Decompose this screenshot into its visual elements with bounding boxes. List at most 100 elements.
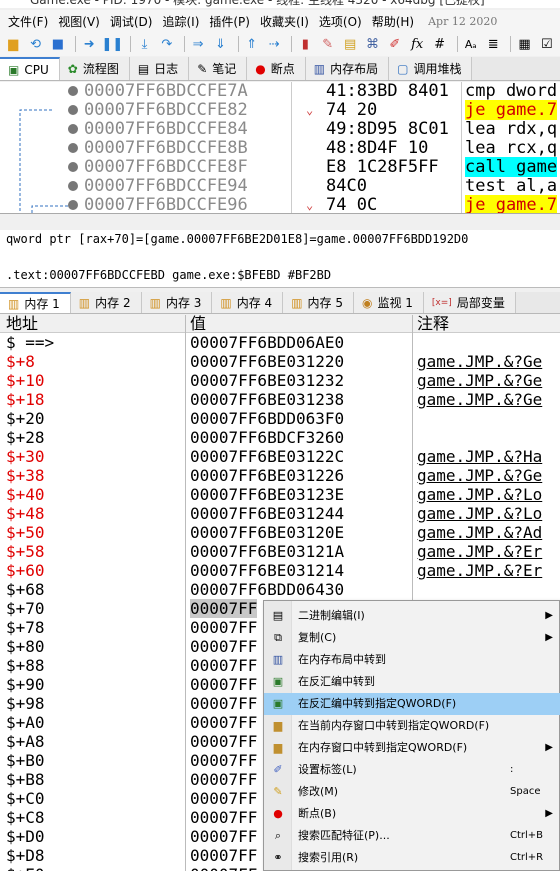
dump-row[interactable]: $+58 00007FF6BE03121A game.JMP.&?Er (0, 542, 560, 561)
context-menu-item[interactable]: ▤ 二进制编辑(I) ▶ (264, 605, 560, 627)
execute-till-return-icon[interactable]: ⇑ (243, 34, 261, 54)
disasm-instruction[interactable]: je game.7 (462, 100, 560, 120)
context-menu-item[interactable]: ⚭ 搜索引用(R) Ctrl+R (264, 847, 560, 869)
restart-icon[interactable]: ⟲ (26, 34, 44, 54)
dump-value: 00007FF (190, 808, 258, 827)
disasm-address[interactable]: 00007FF6BDCCFE84 (80, 120, 291, 139)
dump-row[interactable]: $+38 00007FF6BE031226 game.JMP.&?Ge (0, 466, 560, 485)
disasm-instruction[interactable]: lea rcx,q (462, 139, 560, 158)
context-menu-item[interactable]: ▥ 在内存布局中转到 (264, 649, 560, 671)
tab-log[interactable]: ▤ 日志 (129, 57, 190, 80)
header-address[interactable]: 地址 (6, 315, 38, 333)
dump-row[interactable]: $+30 00007FF6BE03122C game.JMP.&?Ha (0, 447, 560, 466)
disasm-instruction[interactable]: cmp dword (462, 82, 560, 101)
dump-row[interactable]: $+48 00007FF6BE031244 game.JMP.&?Lo (0, 504, 560, 523)
disasm-address[interactable]: 00007FF6BDCCFE96 (80, 196, 291, 214)
context-menu-item[interactable]: ▣ 在反汇编中转到 (264, 671, 560, 693)
disasm-bytes: E8 1C28F5FF (292, 158, 461, 177)
labels-icon[interactable]: ⌘ (363, 34, 381, 54)
context-menu-item[interactable]: ▆ 在内存窗口中转到指定QWORD(F) ▶ (264, 737, 560, 759)
tab-cpu[interactable]: ▣ CPU (0, 57, 60, 80)
bookmarks-icon[interactable]: ✐ (386, 34, 404, 54)
hash-icon[interactable]: # (430, 34, 448, 54)
dump-row[interactable]: $+18 00007FF6BE031238 game.JMP.&?Ge (0, 390, 560, 409)
checklist-icon[interactable]: ☑ (538, 34, 556, 54)
menu-file[interactable]: 文件(F) (6, 13, 56, 30)
context-menu-item[interactable]: ⧉ 复制(C) ▶ (264, 627, 560, 649)
disasm-address[interactable]: 00007FF6BDCCFE7A (80, 82, 291, 101)
tab-dump-1[interactable]: ▥ 内存 1 (0, 292, 71, 313)
context-menu-item[interactable]: ⌕ 搜索匹配特征(P)... Ctrl+B (264, 825, 560, 847)
tab-dump-3[interactable]: ▥ 内存 3 (141, 292, 213, 313)
dump-row[interactable]: $+40 00007FF6BE03123E game.JMP.&?Lo (0, 485, 560, 504)
open-folder-icon[interactable]: ▆ (4, 34, 22, 54)
tab-dump-5[interactable]: ▥ 内存 5 (283, 292, 354, 313)
dump-row[interactable]: $+8 00007FF6BE031220 game.JMP.&?Ge (0, 352, 560, 371)
comments-icon[interactable]: ▤ (341, 34, 359, 54)
tab-dump-2[interactable]: ▥ 内存 2 (70, 292, 142, 313)
trace-into-icon[interactable]: ⇒ (189, 34, 207, 54)
scylla-icon[interactable]: ▮ (296, 34, 314, 54)
menu-help[interactable]: 帮助(H) (370, 13, 422, 30)
tab-memory-map[interactable]: ▥ 内存布局 (305, 57, 390, 80)
context-menu-item[interactable]: ▆ 在当前内存窗口中转到指定QWORD(F) (264, 715, 560, 737)
instruction-text: lea rcx,q (465, 138, 558, 158)
pause-icon[interactable]: ❚❚ (101, 34, 123, 54)
strings-icon[interactable]: ≣ (484, 34, 502, 54)
dump-address: $+B0 (6, 751, 45, 770)
dump-row[interactable]: $+10 00007FF6BE031232 game.JMP.&?Ge (0, 371, 560, 390)
functions-icon[interactable]: fx (408, 34, 426, 54)
context-menu-item[interactable]: ✎ 修改(M) Space (264, 781, 560, 803)
menu-plugins[interactable]: 插件(P) (207, 13, 258, 30)
dump-row[interactable]: $+28 00007FF6BDCF3260 (0, 428, 560, 447)
header-value[interactable]: 值 (190, 315, 206, 333)
dump-row[interactable]: $+50 00007FF6BE03120E game.JMP.&?Ad (0, 523, 560, 542)
step-into-icon[interactable]: ⤓ (135, 34, 153, 54)
tab-label: 流程图 (82, 62, 119, 76)
run-icon[interactable]: ➜ (80, 34, 98, 54)
menu-options[interactable]: 选项(O) (317, 13, 370, 30)
gutter-dot (68, 124, 78, 134)
dump-row[interactable]: $ ==> 00007FF6BDD06AE0 (0, 333, 560, 352)
disassembly-view[interactable]: 00007FF6BDCCFE7A 00007FF6BDCCFE82 00007FF6… (0, 82, 560, 214)
dump-value: 00007FF6BDCF3260 (190, 428, 345, 447)
context-menu-item[interactable]: ✐ 设置标签(L): (264, 759, 560, 781)
header-comment[interactable]: 注释 (417, 315, 449, 333)
title-bar: Game.exe - PID: 1970 - 模块: game.exe - 线程… (0, 0, 560, 8)
menu-view[interactable]: 视图(V) (56, 13, 108, 30)
tab-watch-1[interactable]: ◉ 监视 1 (353, 292, 424, 313)
dump-row[interactable]: $+20 00007FF6BDD063F0 (0, 409, 560, 428)
memory-icon: ▥ (220, 295, 232, 310)
context-menu-item[interactable]: ▣ 在反汇编中转到指定QWORD(F) (264, 693, 560, 715)
dump-comment: game.JMP.&?Ge (417, 466, 543, 485)
disasm-address[interactable]: 00007FF6BDCCFE8F (80, 158, 291, 177)
patch-icon[interactable]: ✎ (319, 34, 337, 54)
dump-row[interactable]: $+68 00007FF6BDD06430 (0, 580, 560, 599)
menu-trace[interactable]: 追踪(I) (160, 13, 207, 30)
tab-notes[interactable]: ✎ 笔记 (189, 57, 248, 80)
disasm-address[interactable]: 00007FF6BDCCFE8B (80, 139, 291, 158)
instruction-text: je game.7 (465, 195, 558, 214)
disasm-instruction[interactable]: call game (462, 157, 560, 177)
tab-locals[interactable]: [x=] 局部变量 (423, 292, 516, 313)
font-icon[interactable]: Aₐ (462, 34, 480, 54)
tab-call-stack[interactable]: ▢ 调用堆栈 (389, 57, 473, 80)
menu-favourites[interactable]: 收藏夹(I) (258, 13, 317, 30)
disasm-instruction[interactable]: test al,a (462, 177, 560, 196)
disasm-address[interactable]: 00007FF6BDCCFE94 (80, 177, 291, 196)
dump-row[interactable]: $+60 00007FF6BE031214 game.JMP.&?Er (0, 561, 560, 580)
menu-debug[interactable]: 调试(D) (108, 13, 161, 30)
step-over-icon[interactable]: ↷ (158, 34, 176, 54)
context-menu-item[interactable]: ● 断点(B) ▶ (264, 803, 560, 825)
disasm-instruction[interactable]: lea rdx,q (462, 120, 560, 139)
tab-dump-4[interactable]: ▥ 内存 4 (212, 292, 284, 313)
run-to-user-code-icon[interactable]: ⇢ (265, 34, 283, 54)
dump-address: $+10 (6, 371, 45, 390)
tab-graph[interactable]: ✿ 流程图 (59, 57, 130, 80)
disasm-instruction[interactable]: je game.7 (462, 195, 560, 214)
stop-icon[interactable]: ■ (49, 34, 67, 54)
trace-over-icon[interactable]: ⇓ (211, 34, 229, 54)
disasm-address[interactable]: 00007FF6BDCCFE82 (80, 101, 291, 120)
calculator-icon[interactable]: ▦ (515, 34, 533, 54)
tab-breakpoints[interactable]: ● 断点 (247, 57, 306, 80)
